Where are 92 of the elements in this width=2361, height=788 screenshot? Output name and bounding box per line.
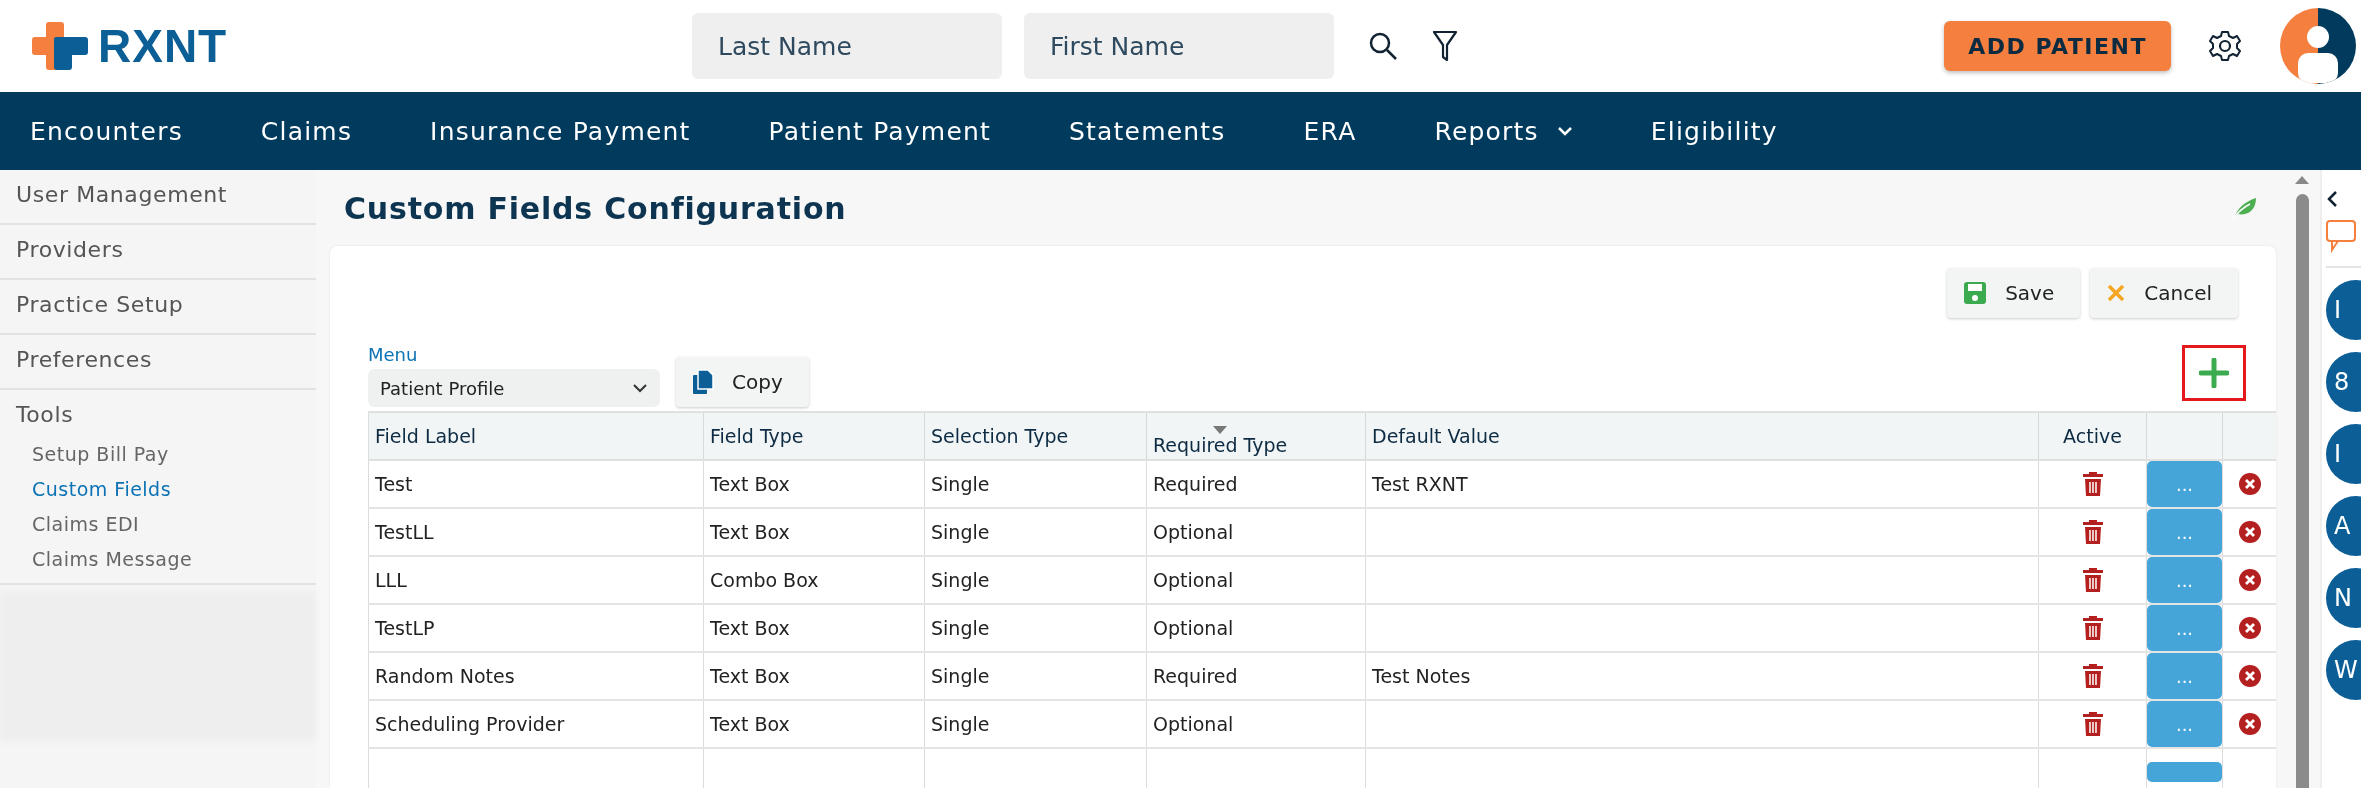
user-badge[interactable]: N (2326, 568, 2361, 628)
sidebar-item[interactable]: Preferences (0, 335, 316, 382)
last-name-field[interactable]: Last Name (692, 13, 1002, 79)
table-cell: Single (931, 617, 990, 639)
table-cell: Required (1153, 473, 1238, 495)
user-badge[interactable]: 8 (2326, 352, 2361, 412)
sidebar-item[interactable]: Practice Setup (0, 280, 316, 327)
menu-dropdown[interactable]: Patient Profile (368, 369, 660, 407)
table-cell: Scheduling Provider (375, 713, 565, 735)
table-cell: Optional (1153, 713, 1234, 735)
nav-link[interactable]: Encounters (30, 116, 183, 146)
add-patient-button[interactable]: ADD PATIENT (1944, 21, 2171, 71)
table-cell: Text Box (710, 521, 790, 543)
sidebar-item[interactable]: Providers (0, 225, 316, 272)
chevron-down-icon (1556, 126, 1573, 136)
trash-icon[interactable] (2082, 664, 2103, 688)
scroll-up-icon[interactable] (2295, 176, 2309, 184)
nav-link[interactable]: Claims (260, 116, 353, 146)
remove-icon[interactable] (2239, 521, 2261, 543)
scrollbar-thumb[interactable] (2295, 194, 2309, 788)
table-cell: Test RXNT (1372, 473, 1468, 495)
trash-icon[interactable] (2082, 616, 2103, 640)
table-cell: Single (931, 473, 990, 495)
remove-icon[interactable] (2239, 665, 2261, 687)
remove-icon[interactable] (2239, 473, 2261, 495)
nav-link[interactable]: ERA (1303, 116, 1357, 146)
trash-icon[interactable] (2082, 472, 2103, 496)
table-cell: Single (931, 665, 990, 687)
chat-icon[interactable] (2326, 220, 2356, 254)
user-badge[interactable]: A (2326, 496, 2361, 556)
remove-icon[interactable] (2239, 617, 2261, 639)
search-icon[interactable] (1368, 31, 1398, 61)
avatar[interactable] (2279, 7, 2357, 85)
table-cell: Text Box (710, 665, 790, 687)
menu-label: Menu (368, 344, 419, 365)
settings-icon[interactable] (2209, 30, 2241, 62)
sidebar-subitem[interactable]: Setup Bill Pay (0, 437, 316, 472)
table-cell: Text Box (710, 617, 790, 639)
table-cell: Optional (1153, 521, 1234, 543)
remove-icon[interactable] (2239, 569, 2261, 591)
sidebar-subitem[interactable]: Custom Fields (0, 472, 316, 507)
table-cell: Random Notes (375, 665, 515, 687)
nav-link[interactable]: Reports (1434, 116, 1573, 146)
table-cell: Test (375, 473, 413, 495)
sidebar-subitem[interactable]: Claims Message (0, 542, 316, 577)
leaf-icon (2232, 196, 2258, 220)
table-cell: TestLL (375, 521, 434, 543)
logo-text: RXNT (98, 19, 228, 73)
plus-icon (2199, 358, 2229, 388)
table-cell: Combo Box (710, 569, 819, 591)
nav-link[interactable]: Patient Payment (768, 116, 991, 146)
close-icon (2106, 283, 2127, 303)
trash-icon[interactable] (2082, 520, 2103, 544)
nav-link[interactable]: Insurance Payment (430, 116, 691, 146)
table-cell: Optional (1153, 617, 1234, 639)
trash-icon[interactable] (2082, 712, 2103, 736)
chevron-left-icon[interactable] (2326, 190, 2338, 208)
column-header[interactable]: Field Type (710, 425, 804, 447)
table-cell: Text Box (710, 473, 790, 495)
copy-button[interactable]: Copy (676, 357, 809, 407)
chevron-down-icon (632, 383, 648, 393)
table-cell: Single (931, 521, 990, 543)
first-name-field[interactable]: First Name (1024, 13, 1334, 79)
table-cell: Required (1153, 665, 1238, 687)
user-badge[interactable]: W (2326, 640, 2361, 700)
copy-icon (692, 369, 714, 395)
column-header[interactable]: Field Label (375, 425, 477, 447)
nav-link[interactable]: Eligibility (1650, 116, 1778, 146)
filter-icon[interactable] (1432, 30, 1458, 62)
table-cell: Optional (1153, 569, 1234, 591)
sidebar-subitem[interactable]: Claims EDI (0, 507, 316, 542)
logo-icon (32, 22, 88, 70)
table-cell: Test Notes (1372, 665, 1471, 687)
column-header[interactable]: Default Value (1372, 425, 1500, 447)
page-title: Custom Fields Configuration (344, 190, 847, 226)
user-badge[interactable]: I (2326, 280, 2361, 340)
user-badge[interactable]: I (2326, 424, 2361, 484)
save-button[interactable]: Save (1947, 268, 2081, 318)
table-cell: Single (931, 713, 990, 735)
sidebar-item[interactable]: Tools (0, 390, 316, 437)
table-cell: Single (931, 569, 990, 591)
add-button[interactable] (2182, 345, 2246, 401)
remove-icon[interactable] (2239, 713, 2261, 735)
cancel-button[interactable]: Cancel (2090, 268, 2238, 318)
nav-link[interactable]: Statements (1069, 116, 1226, 146)
save-icon (1963, 281, 1988, 305)
sidebar-item[interactable]: User Management (0, 170, 316, 217)
sort-icon (1213, 426, 1228, 434)
table-cell: LLL (375, 569, 407, 591)
trash-icon[interactable] (2082, 568, 2103, 592)
table-cell: TestLP (375, 617, 435, 639)
table-cell: Text Box (710, 713, 790, 735)
